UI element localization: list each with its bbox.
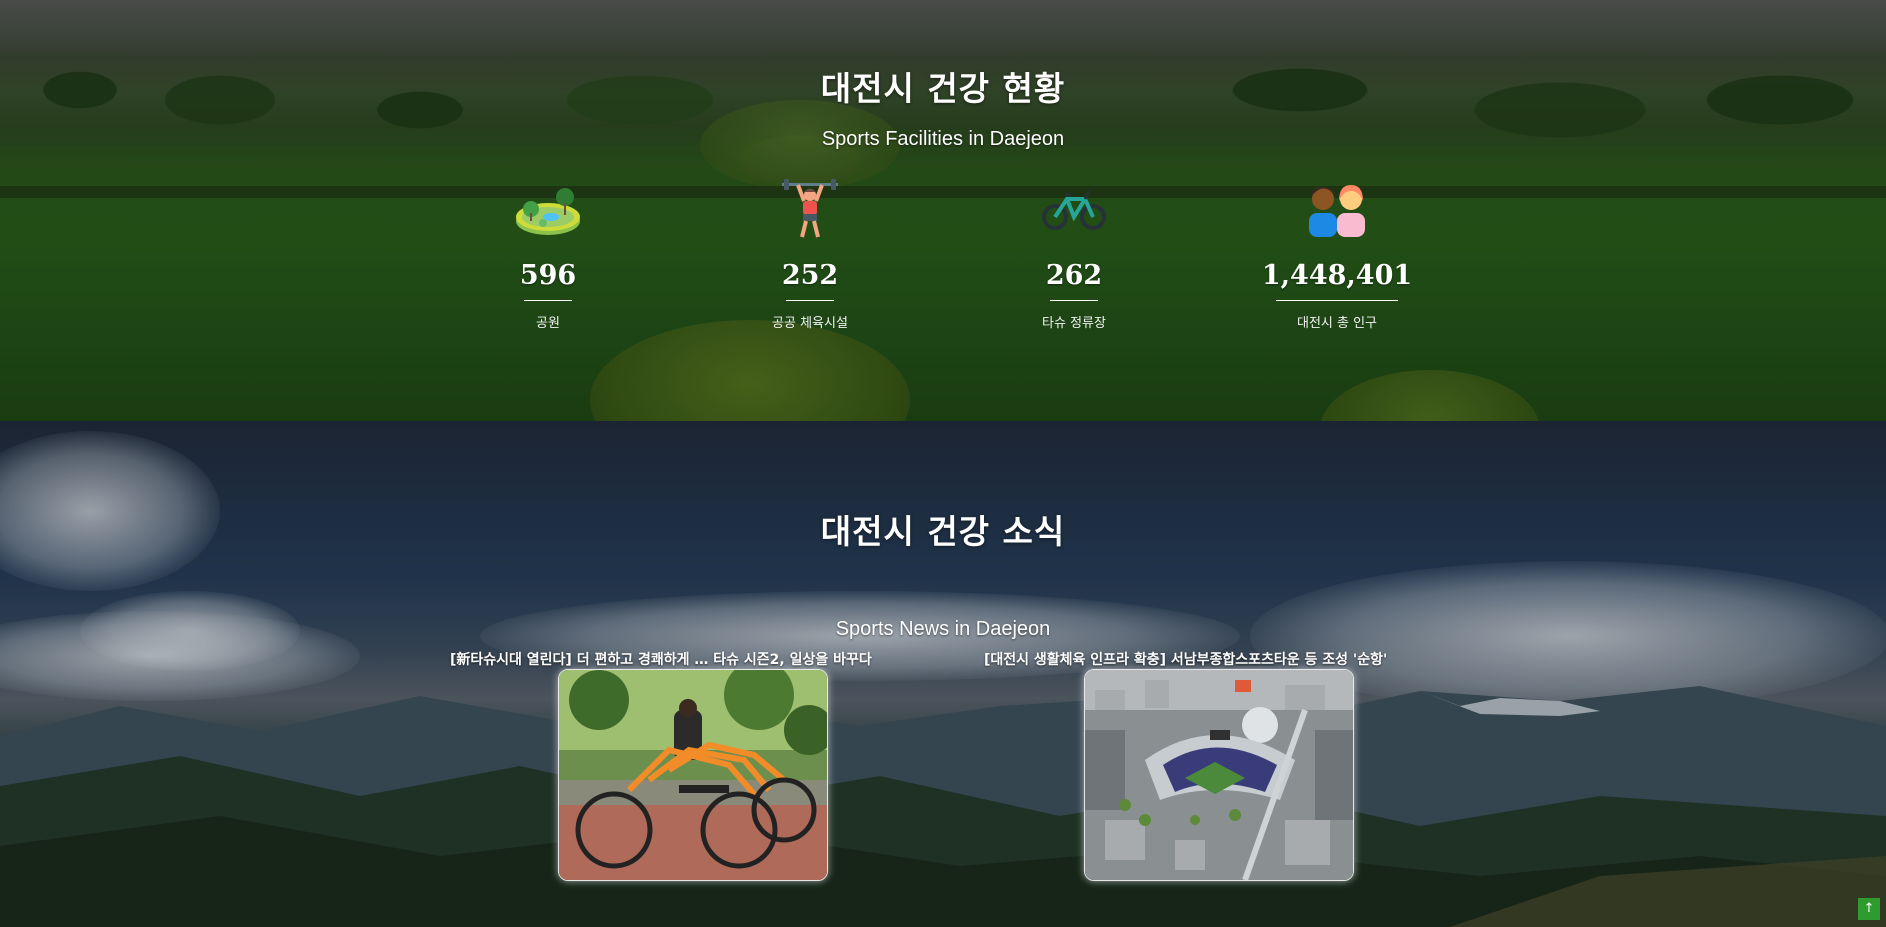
news-thumbnail[interactable] [1084,669,1354,881]
scroll-to-top-button[interactable]: ↑ [1858,898,1880,920]
news-headline-link[interactable]: [新타슈시대 열린다] 더 편하고 경쾌하게 … 타슈 시즌2, 일상을 바꾸다 [450,649,872,669]
stat-label: 공공 체육시설 [772,316,848,331]
stat-divider [1276,300,1398,301]
people-icon [1227,180,1447,240]
stats-section: 대전시 건강 현황 Sports Facilities in Daejeon 5… [0,0,1886,421]
stat-parks: 596 공원 [438,180,658,331]
stat-divider [1050,300,1098,301]
news-headline-link[interactable]: [대전시 생활체육 인프라 확충] 서남부종합스포츠타운 등 조성 '순항' [984,649,1387,669]
stat-divider [786,300,834,301]
stats-section-subtitle: Sports Facilities in Daejeon [821,128,1065,150]
stat-label: 타슈 정류장 [1042,316,1106,331]
bicycle-icon [964,180,1184,240]
stat-label: 공원 [536,316,560,331]
news-card[interactable] [558,669,828,881]
news-section: 대전시 건강 소식 Sports News in Daejeon [新타슈시대 … [0,421,1886,927]
weightlifter-icon [700,179,920,240]
background-overlay [0,421,1886,927]
orange-bicycles-photo [559,670,827,880]
stat-divider [524,300,572,301]
news-card[interactable] [1084,669,1354,881]
stat-label: 대전시 총 인구 [1296,316,1378,331]
stat-public-sports-facilities: 252 공공 체육시설 [700,179,920,331]
news-section-subtitle: Sports News in Daejeon [835,618,1051,640]
page: 대전시 건강 현황 Sports Facilities in Daejeon 5… [0,0,1886,927]
stat-value: 596 [519,260,577,291]
stat-tashu-stations: 262 타슈 정류장 [964,180,1184,331]
news-thumbnail[interactable] [558,669,828,881]
stat-total-population: 1,448,401 대전시 총 인구 [1227,180,1447,331]
park-icon [438,180,658,240]
stadium-aerial-photo [1085,670,1353,880]
stat-value: 1,448,401 [1261,260,1413,291]
stats-section-title: 대전시 건강 현황 [820,69,1066,108]
stat-value: 252 [781,260,839,291]
stat-value: 262 [1045,260,1103,291]
news-section-title: 대전시 건강 소식 [820,512,1066,551]
